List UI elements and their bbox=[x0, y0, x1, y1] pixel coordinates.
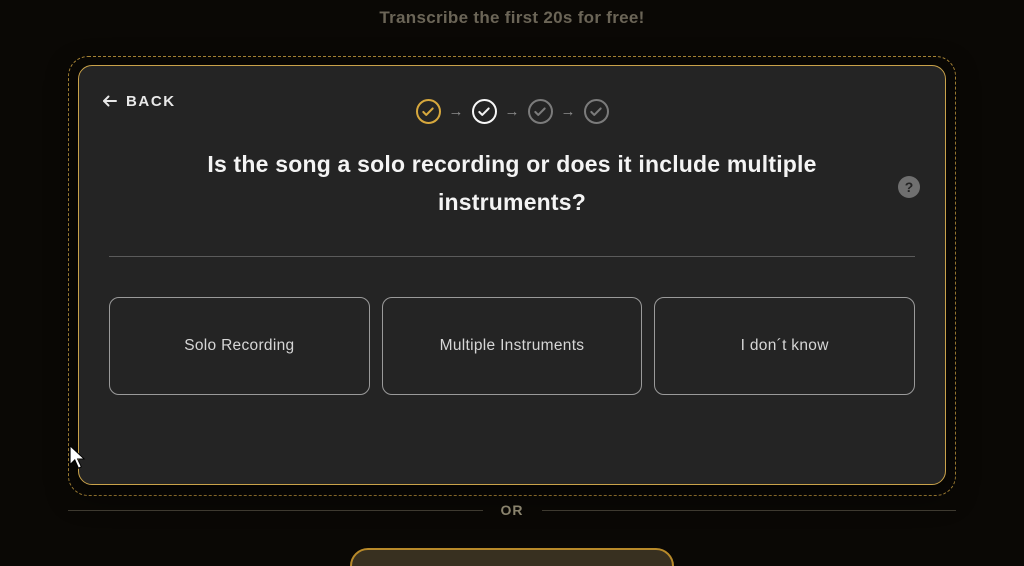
question-modal: BACK → → → Is the song a solo recording … bbox=[78, 65, 946, 485]
promo-text: Transcribe the first 20s for free! bbox=[0, 8, 1024, 28]
question-wrap: Is the song a solo recording or does it … bbox=[109, 146, 915, 222]
step-4 bbox=[584, 99, 609, 124]
help-icon[interactable]: ? bbox=[898, 176, 920, 198]
or-text: OR bbox=[501, 502, 524, 518]
arrow-left-icon bbox=[101, 92, 119, 110]
back-button[interactable]: BACK bbox=[101, 92, 176, 110]
back-label: BACK bbox=[126, 93, 176, 110]
arrow-right-icon: → bbox=[449, 103, 464, 120]
or-separator: OR bbox=[68, 502, 956, 518]
progress-stepper: → → → bbox=[109, 99, 915, 124]
or-line-right bbox=[542, 510, 957, 511]
option-solo-recording[interactable]: Solo Recording bbox=[109, 297, 370, 395]
or-line-left bbox=[68, 510, 483, 511]
arrow-right-icon: → bbox=[505, 103, 520, 120]
question-text: Is the song a solo recording or does it … bbox=[169, 146, 855, 222]
option-multiple-instruments[interactable]: Multiple Instruments bbox=[382, 297, 643, 395]
check-icon bbox=[533, 105, 547, 119]
upload-button[interactable] bbox=[350, 548, 674, 566]
step-2 bbox=[472, 99, 497, 124]
option-dont-know[interactable]: I don´t know bbox=[654, 297, 915, 395]
check-icon bbox=[589, 105, 603, 119]
arrow-right-icon: → bbox=[561, 103, 576, 120]
step-1 bbox=[416, 99, 441, 124]
step-3 bbox=[528, 99, 553, 124]
check-icon bbox=[477, 105, 491, 119]
check-icon bbox=[421, 105, 435, 119]
divider bbox=[109, 256, 915, 257]
options-row: Solo Recording Multiple Instruments I do… bbox=[109, 297, 915, 395]
